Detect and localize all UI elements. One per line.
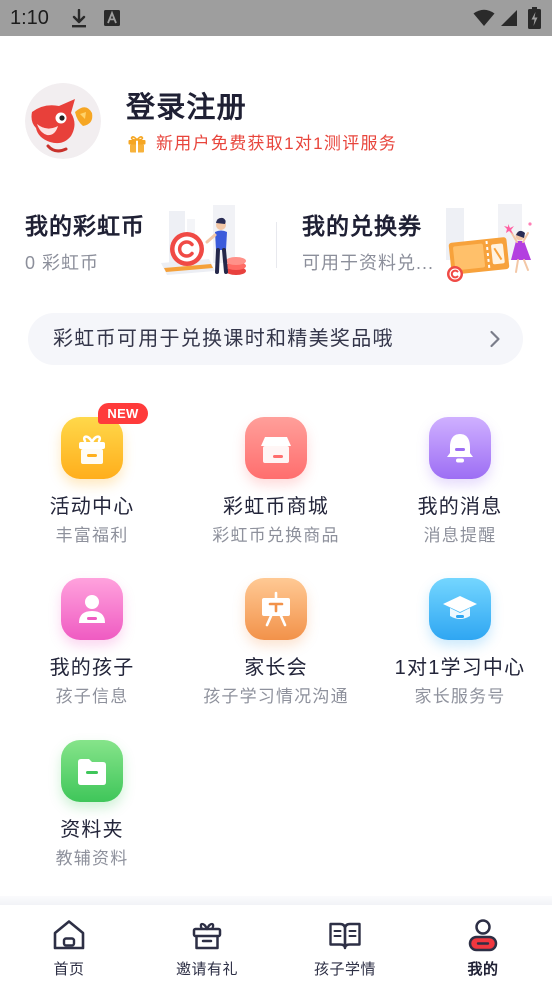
status-bar: 1:10 xyxy=(0,0,552,36)
banner-text: 彩虹币可用于兑换课时和精美奖品哦 xyxy=(53,328,394,350)
bell-icon xyxy=(429,417,491,479)
menu-coin-mall[interactable]: 彩虹币商城 彩虹币兑换商品 xyxy=(184,417,368,553)
menu-label: 我的孩子 xyxy=(49,657,135,679)
voucher-title: 我的兑换券 xyxy=(302,213,422,239)
menu-activity-center[interactable]: NEW 活动中心 丰富福利 xyxy=(0,403,184,553)
menu-label: 1对1学习中心 xyxy=(394,657,526,679)
menu-subtitle: 消息提醒 xyxy=(423,526,497,545)
coin-info-banner[interactable]: 彩虹币可用于兑换课时和精美奖品哦 xyxy=(28,313,523,365)
signal-icon xyxy=(501,10,517,26)
gift-icon xyxy=(128,136,146,153)
menu-parent-meeting[interactable]: 家长会 孩子学习情况沟通 xyxy=(184,578,368,714)
new-badge: NEW xyxy=(98,403,148,424)
menu-subtitle: 丰富福利 xyxy=(55,526,129,545)
graduation-cap-icon xyxy=(429,578,491,640)
menu-label: 家长会 xyxy=(244,657,308,679)
tab-label: 首页 xyxy=(53,961,85,978)
wifi-icon xyxy=(473,9,495,26)
shop-icon xyxy=(245,417,307,479)
rainbow-coin-balance: 0 彩虹币 xyxy=(25,253,100,273)
fox-mascot-icon xyxy=(25,83,101,159)
text-a-icon xyxy=(104,10,120,26)
folder-icon xyxy=(61,740,123,802)
tab-label: 我的 xyxy=(467,961,499,978)
tab-invite[interactable]: 邀请有礼 xyxy=(138,905,276,983)
home-icon xyxy=(53,920,85,950)
tab-home[interactable]: 首页 xyxy=(0,905,138,983)
download-icon xyxy=(72,9,86,28)
easel-icon xyxy=(245,578,307,640)
voucher-description: 可用于资料兑... xyxy=(302,253,435,273)
login-register-link[interactable]: 登录注册 xyxy=(126,90,247,126)
chevron-right-icon xyxy=(490,330,500,348)
bottom-tab-bar: 首页 邀请有礼 孩子学情 我的 xyxy=(0,905,552,983)
menu-label: 活动中心 xyxy=(49,496,135,518)
book-icon xyxy=(329,922,361,950)
menu-subtitle: 彩虹币兑换商品 xyxy=(212,526,340,545)
voucher-illustration xyxy=(446,204,532,282)
menu-my-children[interactable]: 我的孩子 孩子信息 xyxy=(0,578,184,714)
voucher-card[interactable]: 我的兑换券 可用于资料兑... xyxy=(277,200,552,284)
menu-subtitle: 家长服务号 xyxy=(414,687,506,706)
battery-icon xyxy=(528,7,541,29)
menu-subtitle: 孩子学习情况沟通 xyxy=(203,687,349,706)
child-icon xyxy=(61,578,123,640)
gift-icon xyxy=(61,417,123,479)
menu-subtitle: 教辅资料 xyxy=(55,849,129,868)
tabbar-separator xyxy=(0,896,552,905)
tab-mine[interactable]: 我的 xyxy=(414,905,552,983)
menu-label: 资料夹 xyxy=(60,819,124,841)
rainbow-coin-card[interactable]: 我的彩虹币 0 彩虹币 xyxy=(0,200,276,284)
status-time: 1:10 xyxy=(10,7,49,29)
menu-one-on-one-center[interactable]: 1对1学习中心 家长服务号 xyxy=(368,578,552,714)
new-user-promo[interactable]: 新用户免费获取1对1测评服务 xyxy=(156,133,397,155)
rainbow-coin-title: 我的彩虹币 xyxy=(25,213,145,239)
menu-subtitle: 孩子信息 xyxy=(55,687,129,706)
coins-illustration xyxy=(161,205,246,275)
menu-my-messages[interactable]: 我的消息 消息提醒 xyxy=(368,417,552,553)
tab-label: 邀请有礼 xyxy=(175,961,238,978)
gift-box-icon xyxy=(192,922,222,950)
avatar[interactable] xyxy=(25,83,101,159)
menu-folder[interactable]: 资料夹 教辅资料 xyxy=(0,740,184,876)
tab-label: 孩子学情 xyxy=(313,961,376,978)
person-icon xyxy=(468,919,498,952)
menu-label: 彩虹币商城 xyxy=(223,496,329,518)
menu-label: 我的消息 xyxy=(417,496,503,518)
tab-child-progress[interactable]: 孩子学情 xyxy=(276,905,414,983)
